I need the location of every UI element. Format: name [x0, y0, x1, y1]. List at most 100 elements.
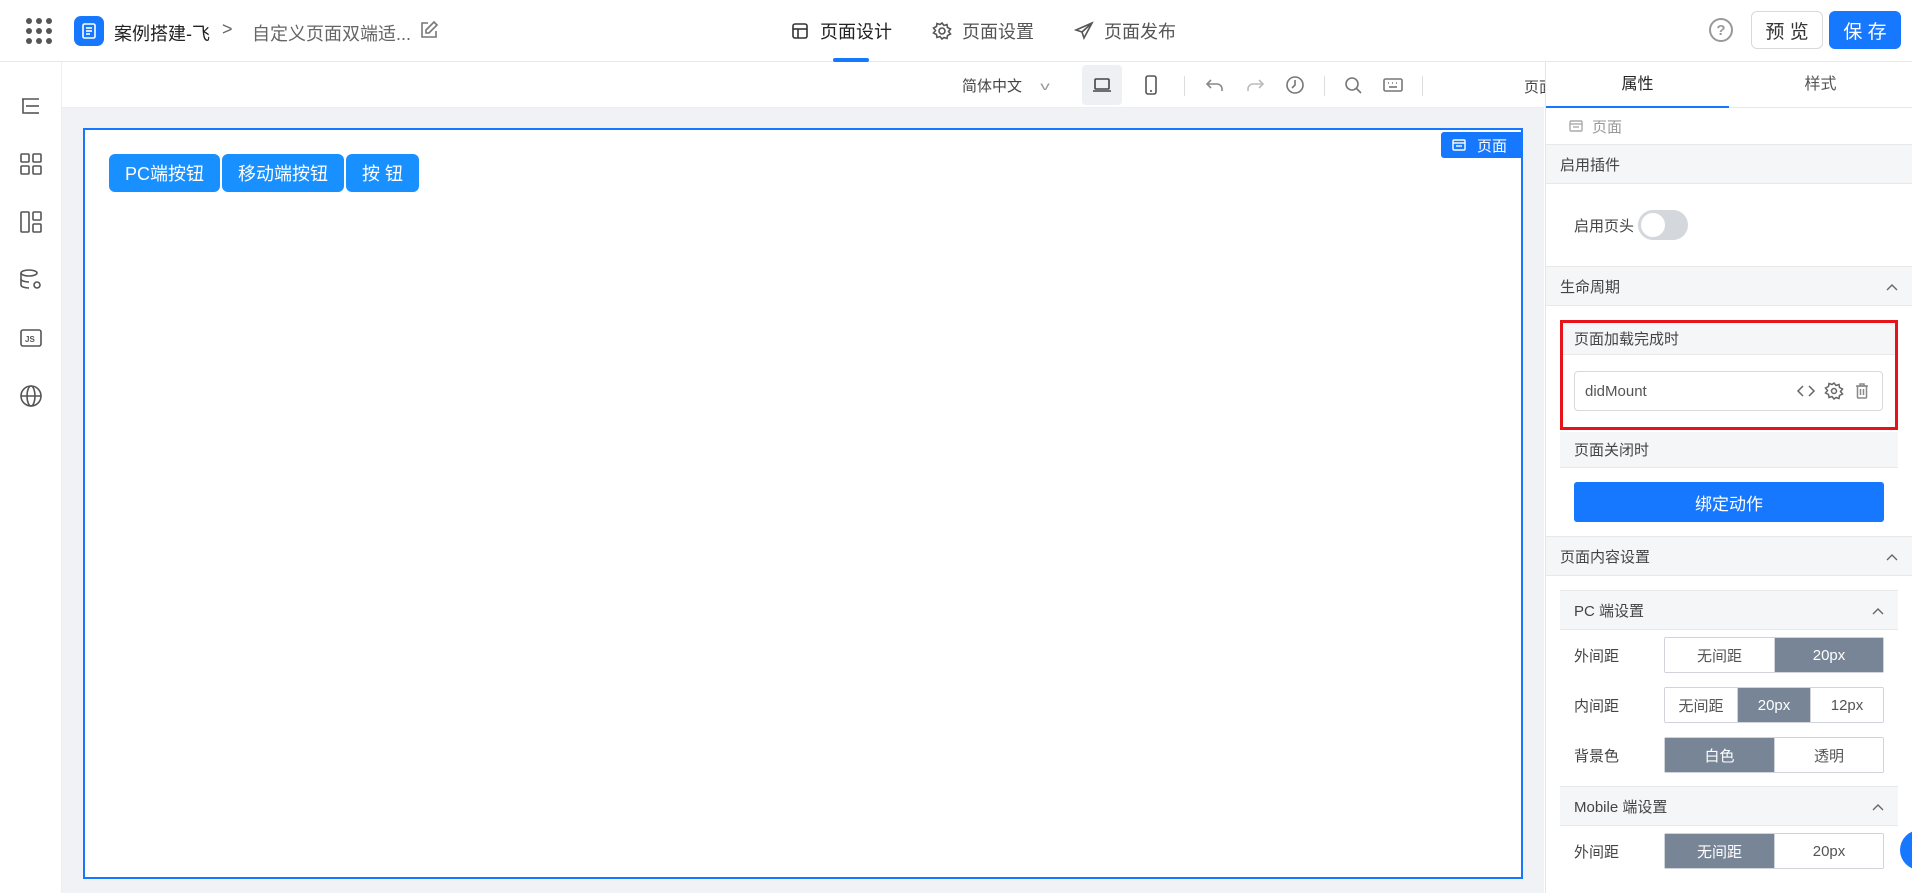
data-source-icon[interactable]: [17, 266, 45, 294]
canvas-button-group: PC端按钮 移动端按钮 按 钮: [109, 154, 421, 192]
canvas-page[interactable]: 页面 PC端按钮 移动端按钮 按 钮: [83, 128, 1523, 879]
mobile-margin-label: 外间距: [1574, 843, 1620, 861]
layout-icon[interactable]: [17, 208, 45, 236]
history-clock-icon[interactable]: [1280, 70, 1310, 100]
mobile-margin-segment: 无间距 20px: [1664, 833, 1884, 869]
outline-tree-icon[interactable]: [17, 92, 45, 120]
enable-header-toggle[interactable]: [1638, 210, 1689, 240]
enable-header-row: 启用页头: [1546, 184, 1912, 266]
pc-settings-header[interactable]: PC 端设置: [1560, 590, 1898, 630]
pc-padding-segment: 无间距 20px 12px: [1664, 687, 1884, 723]
lifecycle-section-title: 生命周期: [1560, 278, 1621, 296]
desktop-view-icon[interactable]: [1082, 65, 1122, 105]
lifecycle-section-header[interactable]: 生命周期: [1546, 266, 1912, 306]
chevron-up-icon: [1886, 284, 1898, 291]
did-mount-action[interactable]: didMount: [1574, 371, 1883, 411]
chevron-up-icon: [1872, 608, 1884, 615]
language-select[interactable]: 简体中文 v: [962, 75, 1050, 96]
pc-button[interactable]: PC端按钮: [109, 154, 221, 192]
pc-margin-20px-option[interactable]: 20px: [1774, 638, 1883, 672]
page-design-icon: [792, 23, 808, 39]
mobile-margin-none-option[interactable]: 无间距: [1665, 834, 1774, 868]
tab-page-design[interactable]: 页面设计: [770, 0, 912, 62]
chevron-up-icon: [1872, 804, 1884, 811]
page-name: 自定义页面双端适...: [252, 24, 412, 44]
gear-icon: [932, 21, 952, 41]
pc-background-row: 背景色 白色 透明: [1560, 730, 1898, 780]
edit-icon[interactable]: [418, 19, 440, 41]
tab-page-settings[interactable]: 页面设置: [912, 0, 1054, 62]
js-code-icon[interactable]: JS: [17, 324, 45, 352]
language-select-label: 简体中文: [962, 78, 1023, 95]
app-logo-icon: [74, 16, 104, 46]
left-rail: JS: [0, 62, 62, 893]
page-icon: [1452, 139, 1466, 151]
generic-button[interactable]: 按 钮: [346, 154, 420, 192]
tab-properties[interactable]: 属性: [1546, 62, 1729, 108]
pc-margin-label: 外间距: [1574, 647, 1620, 665]
components-grid-icon[interactable]: [17, 150, 45, 178]
mobile-view-icon[interactable]: [1136, 70, 1166, 100]
on-load-body: didMount: [1563, 355, 1895, 427]
tab-styles[interactable]: 样式: [1729, 62, 1912, 107]
preview-button[interactable]: 预 览: [1751, 11, 1823, 49]
canvas-toolbar: 简体中文 v 页面属性: [62, 62, 1584, 108]
mobile-button[interactable]: 移动端按钮: [222, 154, 345, 192]
plugins-section-header: 启用插件: [1546, 144, 1912, 184]
mobile-settings-header[interactable]: Mobile 端设置: [1560, 786, 1898, 826]
tab-page-settings-label: 页面设置: [962, 22, 1034, 42]
mobile-settings-title: Mobile 端设置: [1574, 798, 1668, 816]
pc-background-transparent-option[interactable]: 透明: [1774, 738, 1883, 772]
page-component-tag[interactable]: 页面: [1440, 132, 1521, 158]
pc-padding-row: 内间距 无间距 20px 12px: [1560, 680, 1898, 730]
top-bar: 案例搭建-飞 > 自定义页面双端适... 页面设计 页面设置 页面发布 ? 预 …: [0, 0, 1912, 62]
code-icon[interactable]: [1796, 381, 1816, 401]
pc-padding-none-option[interactable]: 无间距: [1665, 688, 1737, 722]
chevron-down-icon: v: [1040, 78, 1050, 93]
keyboard-icon[interactable]: [1378, 70, 1408, 100]
content-settings-title: 页面内容设置: [1560, 548, 1651, 566]
enable-header-label: 启用页头: [1574, 217, 1635, 235]
tab-page-design-label: 页面设计: [820, 22, 892, 42]
panel-tabs: 属性 样式: [1546, 62, 1912, 108]
tab-page-publish[interactable]: 页面发布: [1054, 0, 1196, 62]
component-breadcrumb[interactable]: 页面: [1546, 108, 1912, 144]
highlight-box: 页面加载完成时 didMount: [1560, 320, 1898, 430]
on-close-header: 页面关闭时: [1560, 432, 1898, 468]
page-tag-label: 页面: [1476, 137, 1507, 155]
bind-action-button[interactable]: 绑定动作: [1574, 482, 1884, 522]
on-close-label: 页面关闭时: [1574, 442, 1650, 459]
redo-icon[interactable]: [1240, 70, 1270, 100]
gear-icon[interactable]: [1824, 381, 1844, 401]
pc-padding-label: 内间距: [1574, 697, 1620, 715]
help-icon[interactable]: ?: [1709, 18, 1733, 42]
mobile-margin-20px-option[interactable]: 20px: [1774, 834, 1883, 868]
pc-margin-segment: 无间距 20px: [1664, 637, 1884, 673]
save-button[interactable]: 保 存: [1829, 11, 1901, 49]
lifecycle-section: 页面加载完成时 didMount 页面关闭时 绑定动作: [1546, 320, 1912, 536]
content-settings-section-header[interactable]: 页面内容设置: [1546, 536, 1912, 576]
send-icon: [1074, 21, 1094, 41]
pc-background-white-option[interactable]: 白色: [1665, 738, 1774, 772]
pc-padding-12px-option[interactable]: 12px: [1810, 688, 1883, 722]
search-icon[interactable]: [1338, 70, 1368, 100]
app-name[interactable]: 案例搭建-飞: [114, 20, 210, 46]
component-breadcrumb-label: 页面: [1592, 118, 1623, 136]
mobile-margin-row: 外间距 无间距 20px: [1560, 826, 1898, 876]
tab-page-publish-label: 页面发布: [1104, 22, 1176, 42]
properties-panel: 属性 样式 页面 启用插件 启用页头 生命周期 页面加载完成时 didMount: [1545, 62, 1912, 893]
pc-margin-row: 外间距 无间距 20px: [1560, 630, 1898, 680]
pc-padding-20px-option[interactable]: 20px: [1737, 688, 1810, 722]
plugins-section-title: 启用插件: [1560, 156, 1621, 174]
design-tabs: 页面设计 页面设置 页面发布: [770, 0, 1196, 62]
pc-background-segment: 白色 透明: [1664, 737, 1884, 773]
on-load-label: 页面加载完成时: [1574, 331, 1680, 348]
trash-icon[interactable]: [1852, 381, 1872, 401]
pc-margin-none-option[interactable]: 无间距: [1665, 638, 1774, 672]
did-mount-label: didMount: [1585, 382, 1647, 400]
undo-icon[interactable]: [1200, 70, 1230, 100]
chevron-up-icon: [1886, 554, 1898, 561]
apps-grid-icon[interactable]: [24, 18, 54, 44]
globe-icon[interactable]: [17, 382, 45, 410]
svg-text:JS: JS: [25, 335, 35, 344]
